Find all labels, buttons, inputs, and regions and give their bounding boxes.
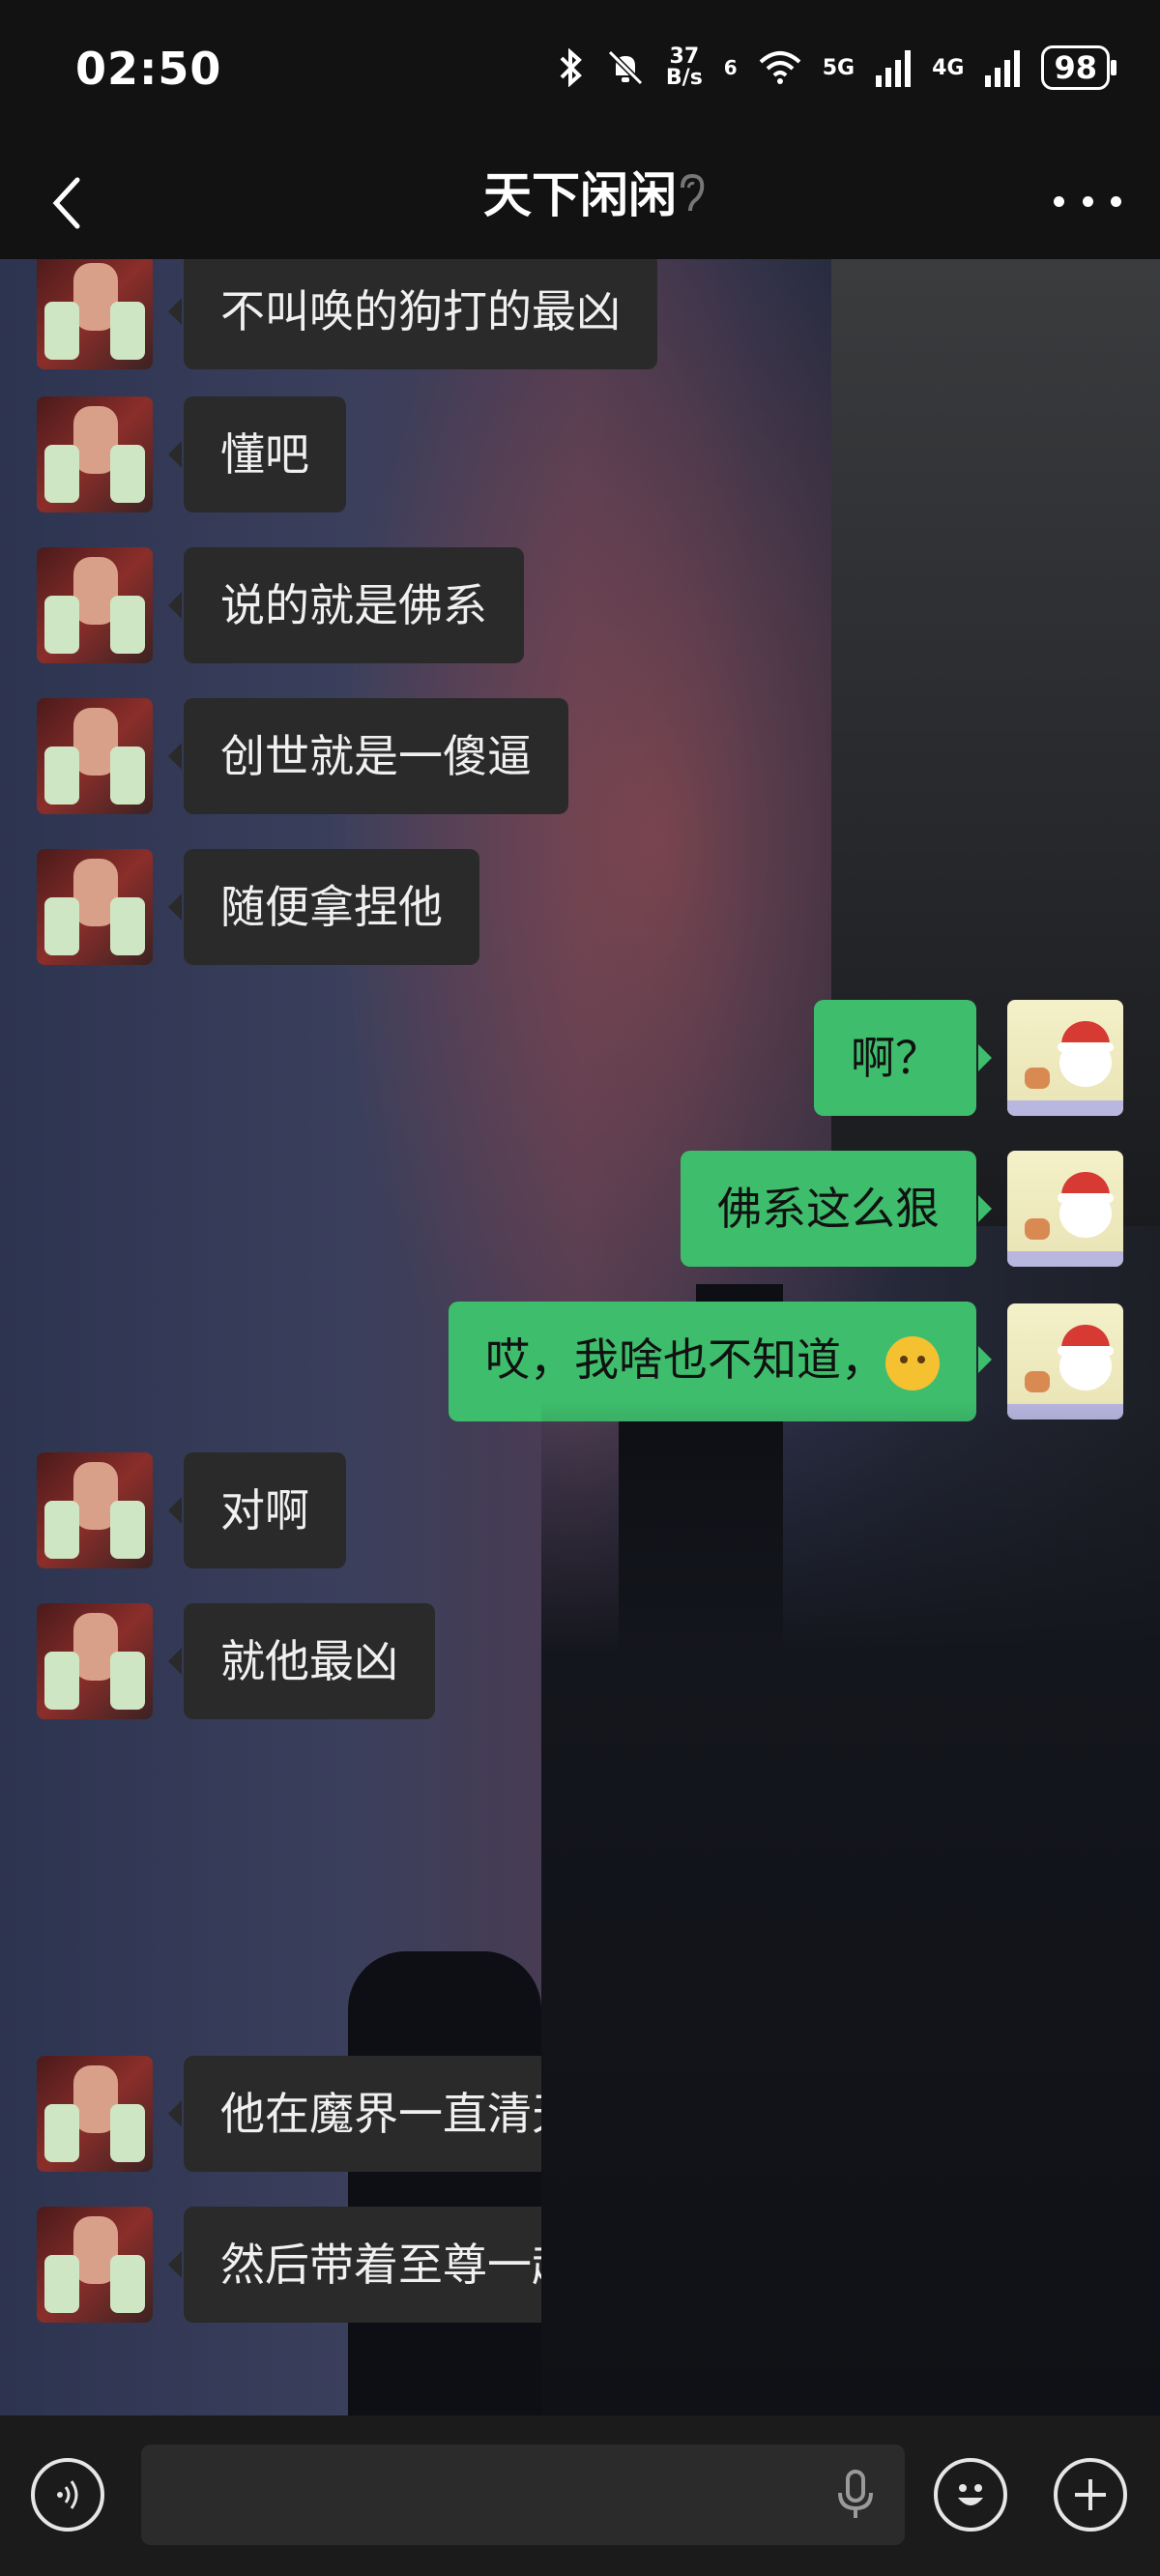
voice-button[interactable] [31,2458,104,2532]
message-row: 哎，我啥也不知道， [449,1302,1123,1421]
message-row: 随便拿捏他 [37,849,479,965]
mute-bell-icon [607,49,644,86]
mic-icon[interactable] [831,2468,880,2522]
avatar[interactable] [1007,1755,1123,1872]
message-row: 佛系这么狠 [681,1151,1123,1267]
message-row: 懂吧 [37,396,346,512]
message-row: 就他最凶 [37,1603,435,1719]
status-time: 02:50 [75,43,222,95]
avatar[interactable] [37,1452,153,1568]
message-bubble[interactable]: 说的就是佛系 [168,547,524,663]
emoji-icon [958,2484,983,2505]
plus-icon [1075,2479,1106,2510]
message-bubble[interactable]: 就他最凶 [168,1603,435,1719]
message-row: 他在魔界一直清天下会堡垒 [37,2056,791,2172]
chat-title[interactable]: 天下闲闲 [0,157,1160,226]
message-row: 对啊 [37,1452,346,1568]
status-icons: 37 B/s 6 5G 4G 98 [558,39,1116,97]
net-speed: 37 B/s [665,44,703,90]
message-bubble[interactable]: 随便拿捏他 [168,849,479,965]
message-bubble[interactable]: 然后带着至尊一起刷 [168,2207,657,2323]
message-bubble[interactable]: 对啊 [168,1452,346,1568]
emoji-button[interactable] [934,2458,1007,2532]
5g-label: 5G [822,55,856,80]
wifi-icon [759,51,801,84]
sweat-smile-emoji-icon [885,1788,940,1843]
more-dots-icon [1054,195,1064,207]
avatar[interactable] [37,2207,153,2323]
avatar[interactable] [37,396,153,512]
4g-label: 4G [932,55,965,80]
message-bubble[interactable]: 懂吧 [168,396,346,512]
message-bubble[interactable]: 不叫唤的狗打的最凶 [168,259,657,369]
avatar[interactable] [37,2056,153,2172]
avatar[interactable] [37,698,153,814]
avatar[interactable] [1007,1000,1123,1116]
message-row: 额额额 [769,2357,1123,2415]
message-bubble[interactable]: 啊？ [814,1000,992,1116]
signal-5g-icon [876,48,912,87]
message-list[interactable]: 不叫唤的狗打的最凶 懂吧 说的就是佛系 创世就是一傻逼 随便拿捏他 啊？ 佛系这… [0,259,1160,2415]
avatar[interactable] [37,547,153,663]
more-button[interactable] [1054,172,1121,230]
chat-header: 天下闲闲 [0,145,1160,259]
avatar[interactable] [37,849,153,965]
message-row [849,1754,1123,1874]
message-row: 说的就是佛系 [37,547,524,663]
message-bubble[interactable]: 他在魔界一直清天下会堡垒 [168,2056,791,2172]
avatar[interactable] [1007,1905,1123,2021]
message-bubble[interactable]: 佛系这么狠 [681,1151,992,1267]
avatar[interactable] [37,259,153,369]
signal-4g-icon [985,48,1021,87]
plus-button[interactable] [1054,2458,1127,2532]
wifi-label: 6 [723,56,738,79]
battery-indicator: 98 [1041,45,1116,90]
message-bubble[interactable]: 哎，我啥也不知道， [449,1302,992,1421]
avatar[interactable] [1007,2357,1123,2415]
message-bubble[interactable]: 额额额 [769,2357,992,2415]
message-row: 创世就是一傻逼 [37,698,568,814]
avatar[interactable] [1007,1151,1123,1267]
bluetooth-icon [560,48,582,87]
input-bar [0,2415,1160,2576]
message-input[interactable] [141,2444,905,2545]
message-bubble[interactable] [849,1754,992,1874]
sigh-emoji-icon [885,1335,940,1390]
message-bubble[interactable]: 小看他了 [725,1905,992,2021]
message-row: 啊？ [814,1000,1123,1116]
message-bubble[interactable]: 创世就是一傻逼 [168,698,568,814]
voice-icon [57,2480,78,2509]
avatar[interactable] [1007,1303,1123,1420]
avatar[interactable] [37,1603,153,1719]
message-row: 小看他了 [725,1905,1123,2021]
message-row: 然后带着至尊一起刷 [37,2207,657,2323]
ear-icon [681,173,705,212]
message-row: 不叫唤的狗打的最凶 [37,259,657,369]
status-bar: 02:50 37 B/s 6 5G 4G 98 [0,0,1160,145]
